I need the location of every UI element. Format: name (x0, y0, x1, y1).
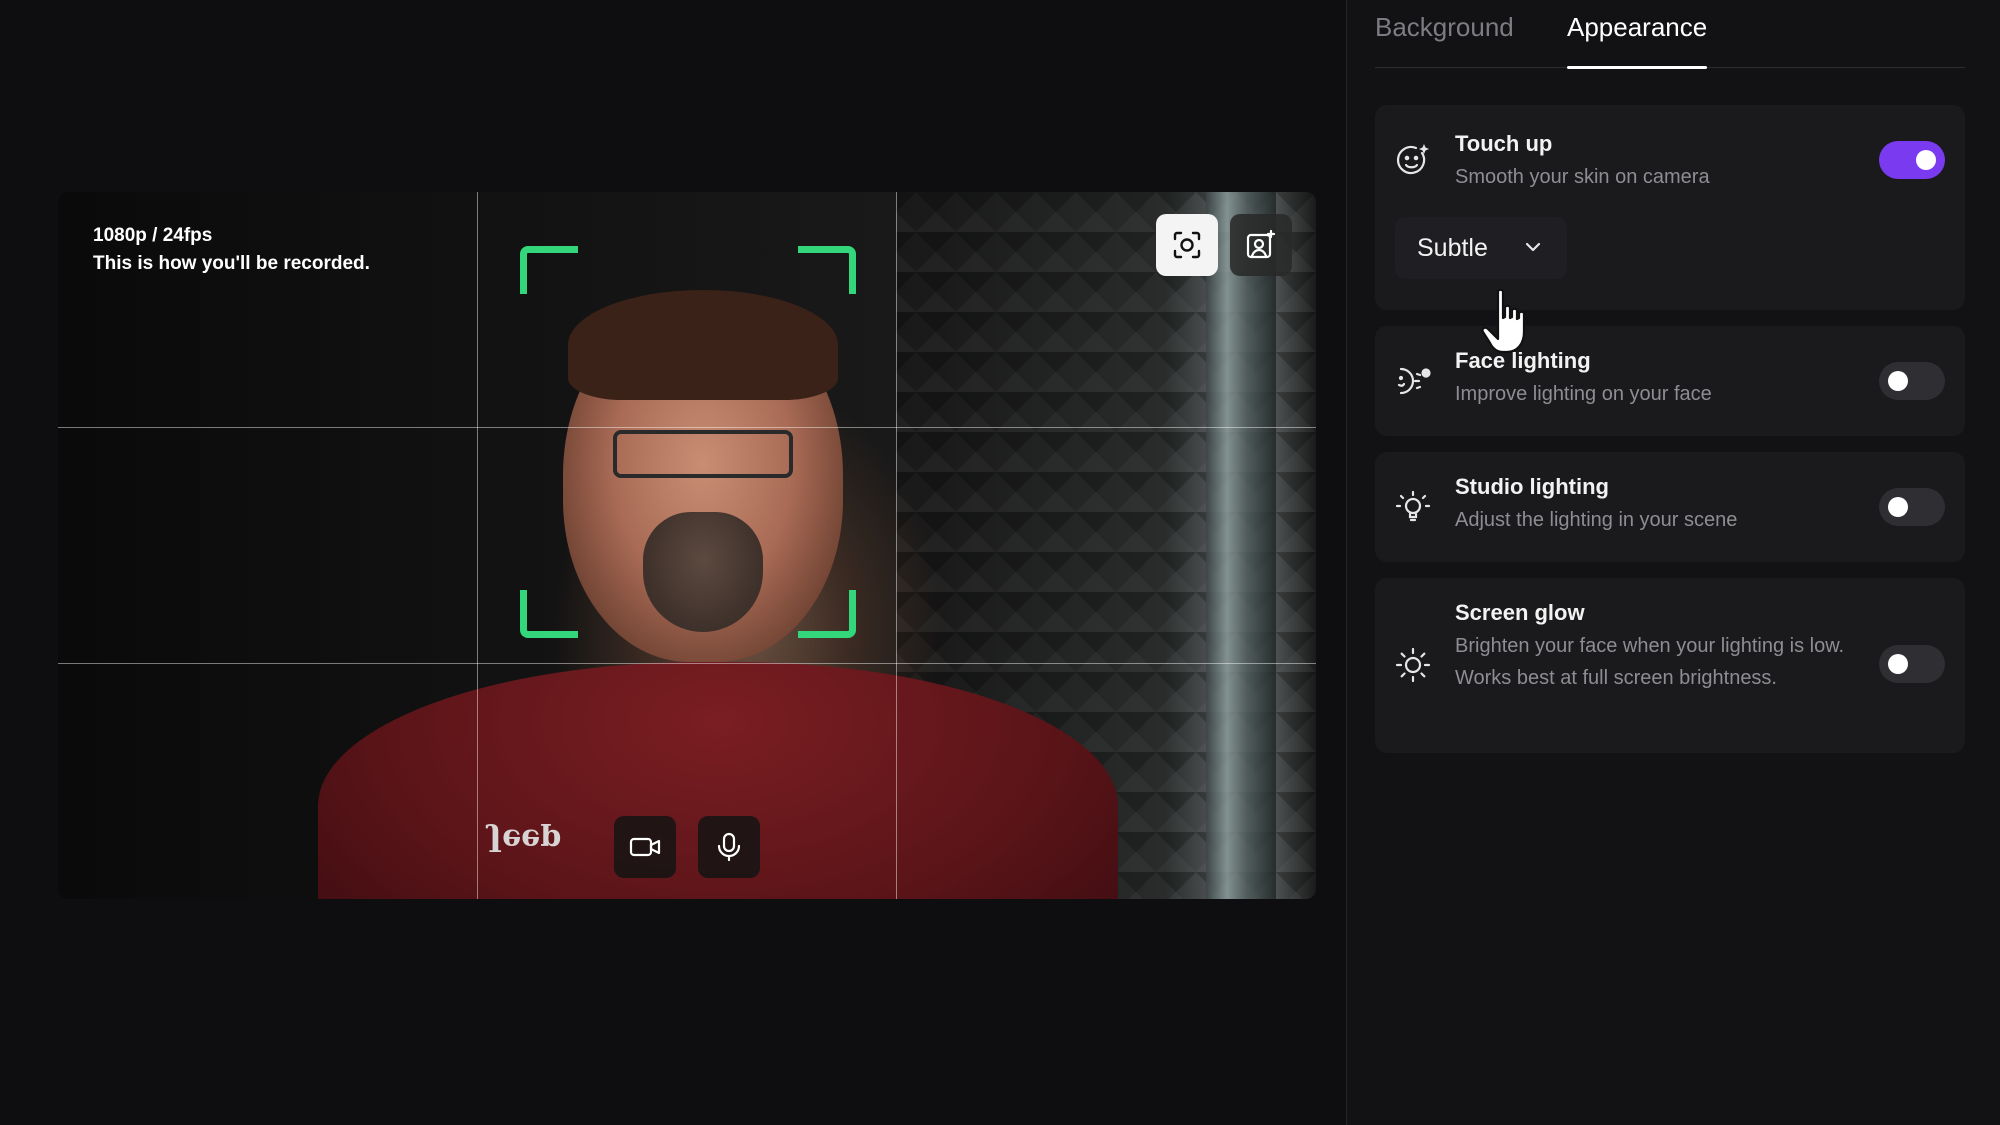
face-focus-icon (1173, 231, 1201, 259)
face-frame-corner (798, 246, 856, 294)
grid-line (477, 192, 478, 899)
person-glasses (613, 430, 793, 478)
screen-glow-title: Screen glow (1455, 600, 1585, 625)
resolution-label: 1080p / 24fps (93, 225, 213, 246)
chevron-down-icon (1525, 242, 1541, 252)
studio-lighting-title: Studio lighting (1455, 474, 1609, 499)
touch-up-toggle[interactable] (1879, 141, 1945, 179)
touch-up-card: Touch up Smooth your skin on camera Subt… (1375, 105, 1965, 310)
microphone-toggle-button[interactable] (698, 816, 760, 878)
person-beard (643, 512, 763, 632)
studio-lighting-toggle[interactable] (1879, 488, 1945, 526)
toggle-knob (1888, 497, 1908, 517)
touch-up-level-dropdown[interactable]: Subtle (1395, 217, 1567, 279)
face-frame-corner (520, 246, 578, 294)
screen-glow-subtitle: Brighten your face when your lighting is… (1455, 635, 1845, 689)
toggle-knob (1888, 371, 1908, 391)
grid-line (58, 427, 1316, 428)
portrait-effect-button[interactable] (1230, 214, 1292, 276)
screen-glow-toggle[interactable] (1879, 645, 1945, 683)
video-camera-icon (629, 837, 661, 857)
tab-appearance[interactable]: Appearance (1567, 12, 1708, 69)
toggle-knob (1916, 150, 1936, 170)
window-light (1206, 192, 1276, 899)
tab-background[interactable]: Background (1375, 12, 1514, 68)
toggle-knob (1888, 654, 1908, 674)
face-lighting-subtitle: Improve lighting on your face (1455, 383, 1712, 405)
face-light-icon (1393, 361, 1433, 401)
person-hair (568, 290, 838, 400)
touch-up-subtitle: Smooth your skin on camera (1455, 166, 1710, 188)
settings-panel: Background Appearance Touch up Smooth yo… (1347, 0, 2000, 1125)
camera-preview: Jeep 1080p / 24fps This is how you'll be… (58, 192, 1316, 899)
tab-bar: Background Appearance (1375, 0, 1965, 69)
recording-info: 1080p / 24fps This is how you'll be reco… (93, 222, 370, 278)
studio-lighting-subtitle: Adjust the lighting in your scene (1455, 509, 1738, 531)
camera-toggle-button[interactable] (614, 816, 676, 878)
face-lighting-toggle[interactable] (1879, 362, 1945, 400)
hand-pointer-cursor (1481, 288, 1526, 354)
lightbulb-icon (1393, 487, 1433, 527)
smile-sparkle-icon (1393, 140, 1433, 180)
grid-line (896, 192, 897, 899)
grid-line (58, 663, 1316, 664)
face-frame-button[interactable] (1156, 214, 1218, 276)
touch-up-title: Touch up (1455, 131, 1553, 156)
camera-area: Jeep 1080p / 24fps This is how you'll be… (0, 0, 1346, 1125)
screen-glow-card: Screen glow Brighten your face when your… (1375, 578, 1965, 753)
studio-lighting-card: Studio lighting Adjust the lighting in y… (1375, 452, 1965, 562)
shirt-logo: Jeep (488, 822, 562, 857)
face-frame-corner (520, 590, 578, 638)
microphone-icon (717, 832, 741, 862)
touch-up-level-value: Subtle (1417, 233, 1488, 262)
portrait-sparkle-icon (1246, 229, 1276, 259)
recording-note: This is how you'll be recorded. (93, 253, 370, 274)
face-lighting-card: Face lighting Improve lighting on your f… (1375, 326, 1965, 436)
sun-icon (1393, 645, 1433, 685)
face-frame-corner (798, 590, 856, 638)
